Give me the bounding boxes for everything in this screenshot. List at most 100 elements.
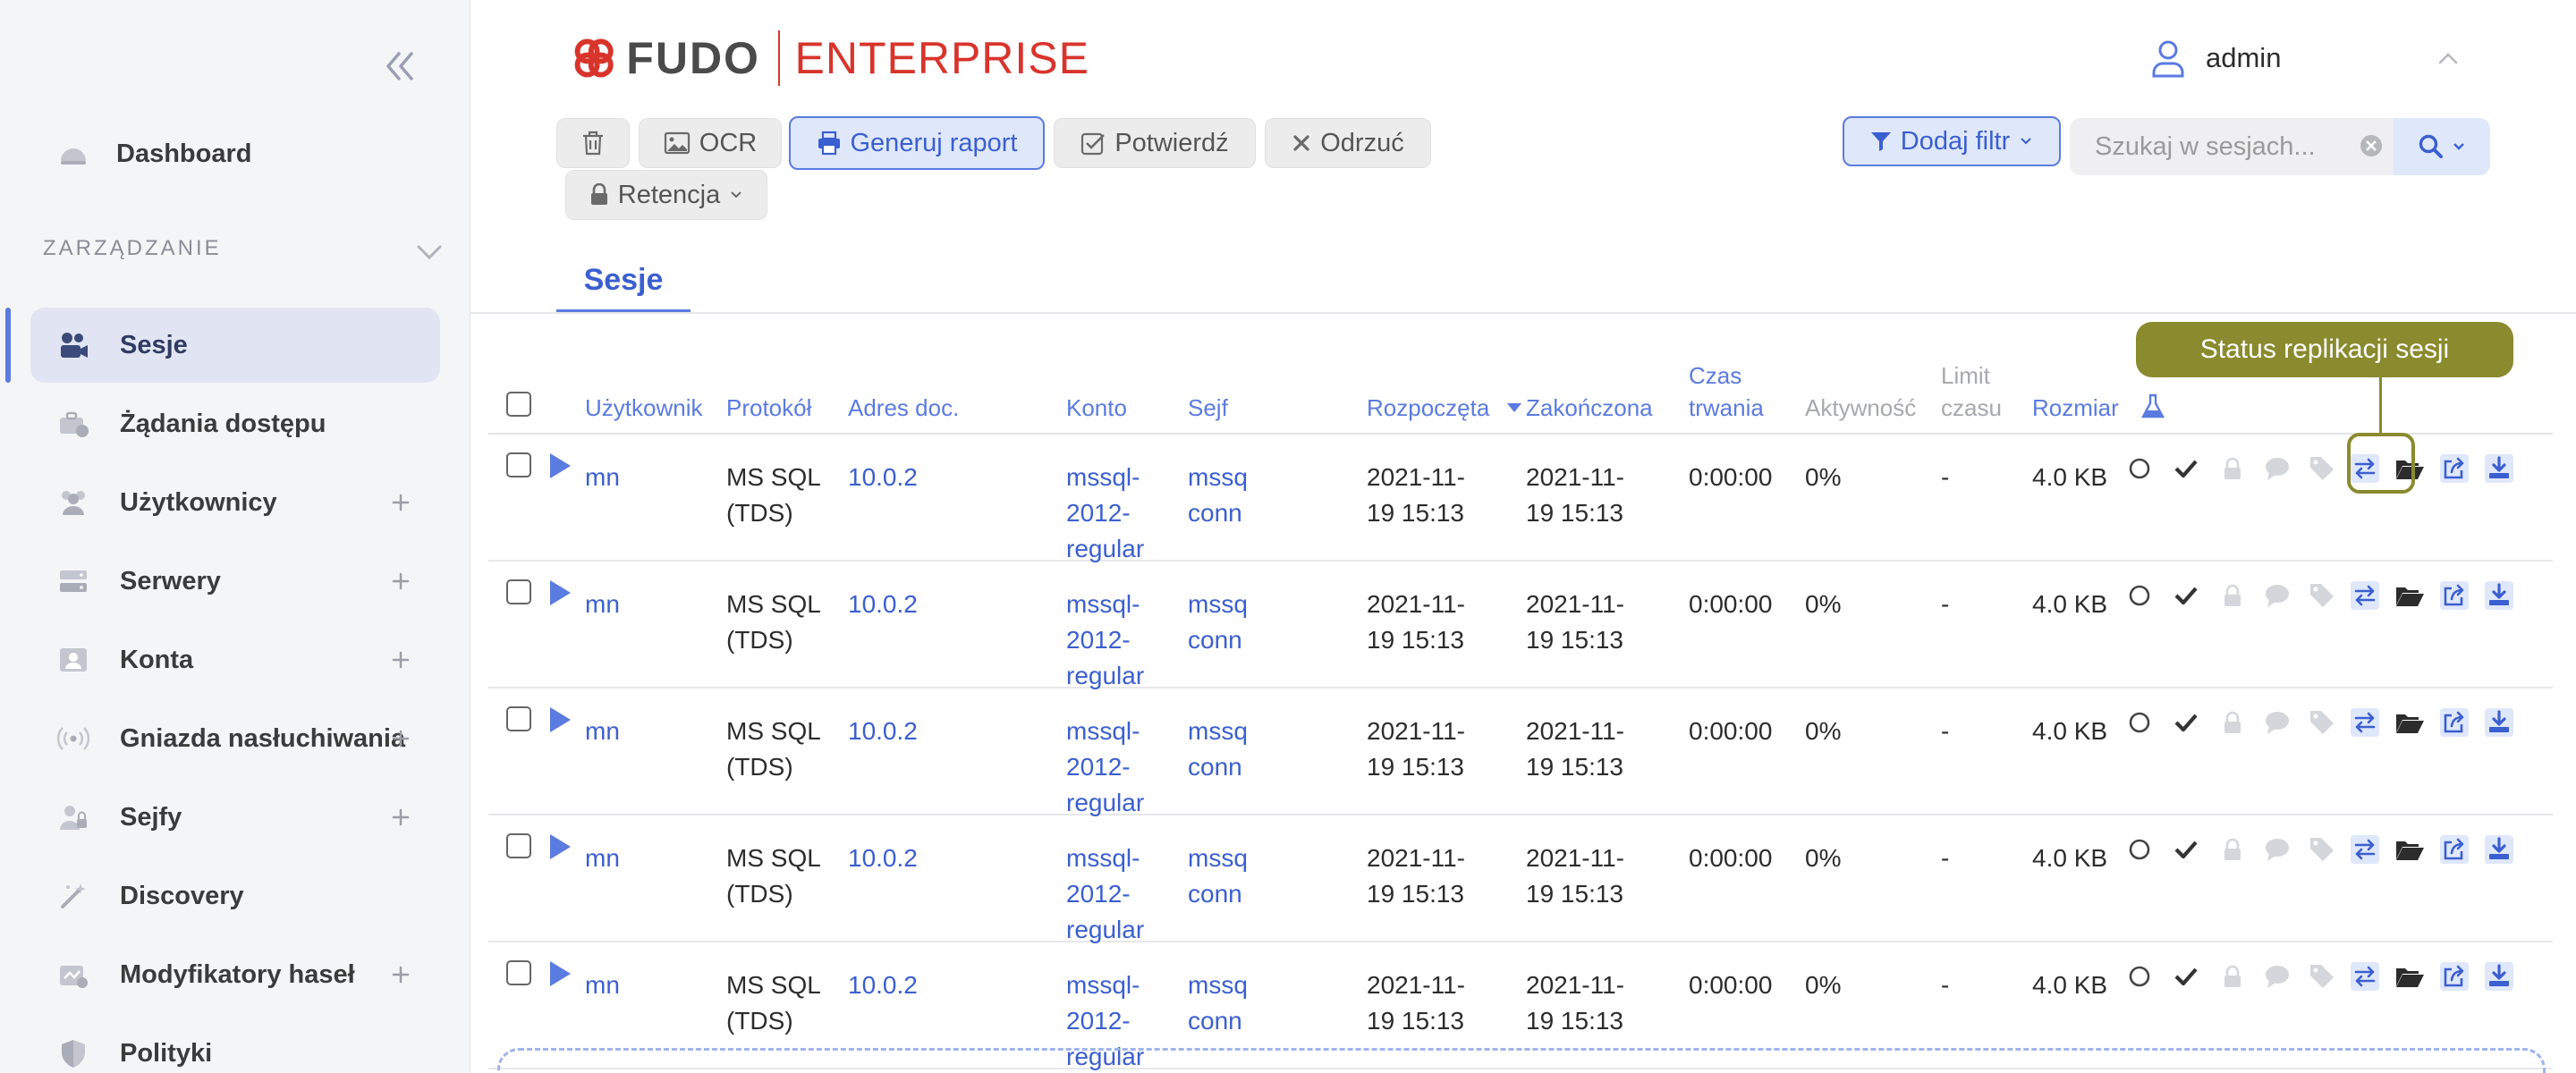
flask-icon[interactable]: [2141, 393, 2165, 420]
row-checkbox[interactable]: [506, 833, 531, 858]
share-icon[interactable]: [2438, 706, 2470, 739]
folder-open-icon[interactable]: [2394, 833, 2426, 866]
cell-user[interactable]: mn: [585, 841, 619, 876]
status-circle-icon[interactable]: [2123, 579, 2156, 612]
add-filter-button[interactable]: Dodaj filtr: [1843, 116, 2061, 166]
cell-safe[interactable]: mssq conn: [1188, 967, 1250, 1039]
search-input[interactable]: [2095, 131, 2354, 162]
replication-icon[interactable]: [2349, 706, 2381, 739]
cell-address[interactable]: 10.0.2: [848, 841, 918, 876]
check-icon[interactable]: [2170, 706, 2202, 739]
delete-button[interactable]: [556, 118, 630, 168]
cell-safe[interactable]: mssq conn: [1188, 460, 1250, 531]
row-checkbox[interactable]: [506, 452, 531, 477]
column-duration-line2[interactable]: trwania: [1689, 392, 1764, 424]
sidebar-item-listeners[interactable]: Gniazda nasłuchiwania: [30, 701, 440, 776]
cell-user[interactable]: mn: [585, 460, 619, 495]
folder-open-icon[interactable]: [2394, 706, 2426, 739]
cell-address[interactable]: 10.0.2: [848, 587, 918, 622]
cell-address[interactable]: 10.0.2: [848, 967, 918, 1003]
check-icon[interactable]: [2170, 452, 2202, 485]
replication-icon[interactable]: [2349, 960, 2381, 993]
play-icon[interactable]: [547, 578, 572, 608]
cell-user[interactable]: mn: [585, 587, 619, 622]
replication-icon[interactable]: [2349, 833, 2381, 866]
row-checkbox[interactable]: [506, 960, 531, 985]
sidebar-item-users[interactable]: Użytkownicy: [30, 465, 440, 540]
cell-account[interactable]: mssql- 2012- regular: [1066, 714, 1156, 821]
sidebar-item-discovery[interactable]: Discovery: [30, 858, 440, 934]
column-ended[interactable]: Zakończona: [1526, 392, 1653, 424]
download-icon[interactable]: [2483, 960, 2515, 993]
download-icon[interactable]: [2483, 833, 2515, 866]
chevron-down-icon[interactable]: [413, 240, 445, 265]
folder-open-icon[interactable]: [2394, 960, 2426, 993]
cell-user[interactable]: mn: [585, 714, 619, 749]
drop-zone[interactable]: [497, 1048, 2546, 1073]
tab-sesje[interactable]: Sesje: [556, 250, 691, 313]
table-row[interactable]: mn MS SQL (TDS) 10.0.2 mssql- 2012- regular mss…: [488, 435, 2553, 562]
column-protocol[interactable]: Protokół: [726, 392, 811, 424]
play-icon[interactable]: [547, 959, 572, 989]
check-icon[interactable]: [2170, 579, 2202, 612]
status-circle-icon[interactable]: [2123, 706, 2156, 739]
cell-safe[interactable]: mssq conn: [1188, 587, 1250, 658]
column-size[interactable]: Rozmiar: [2032, 392, 2119, 424]
retention-dropdown[interactable]: Retencja: [565, 170, 767, 220]
share-icon[interactable]: [2438, 452, 2470, 485]
collapse-sidebar-icon[interactable]: [377, 45, 420, 88]
sidebar-item-password-changers[interactable]: Modyfikatory haseł: [30, 937, 440, 1012]
sidebar-item-sesje[interactable]: Sesje: [30, 308, 440, 383]
cell-account[interactable]: mssql- 2012- regular: [1066, 587, 1156, 694]
plus-icon[interactable]: [385, 722, 417, 755]
reject-button[interactable]: Odrzuć: [1265, 118, 1431, 168]
column-safe[interactable]: Sejf: [1188, 392, 1228, 424]
cell-safe[interactable]: mssq conn: [1188, 841, 1250, 912]
download-icon[interactable]: [2483, 579, 2515, 612]
status-circle-icon[interactable]: [2123, 452, 2156, 485]
plus-icon[interactable]: [385, 486, 417, 519]
plus-icon[interactable]: [385, 959, 417, 991]
column-account[interactable]: Konto: [1066, 392, 1127, 424]
sidebar-item-safes[interactable]: Sejfy: [30, 780, 440, 855]
plus-icon[interactable]: [385, 801, 417, 833]
column-user[interactable]: Użytkownik: [585, 392, 702, 424]
search-button[interactable]: [2394, 118, 2490, 175]
replication-icon[interactable]: [2349, 579, 2381, 612]
check-icon[interactable]: [2170, 960, 2202, 993]
status-circle-icon[interactable]: [2123, 833, 2156, 866]
plus-icon[interactable]: [385, 644, 417, 676]
sidebar-item-servers[interactable]: Serwery: [30, 544, 440, 619]
column-duration-line1[interactable]: Czas: [1689, 359, 1741, 392]
chevron-up-icon[interactable]: [2435, 46, 2462, 70]
sidebar-item-dashboard[interactable]: Dashboard: [30, 116, 440, 191]
column-started[interactable]: Rozpoczęta: [1367, 392, 1489, 424]
cell-account[interactable]: mssql- 2012- regular: [1066, 841, 1156, 948]
clear-search-icon[interactable]: [2358, 132, 2385, 159]
select-all-checkbox[interactable]: [506, 392, 531, 417]
cell-address[interactable]: 10.0.2: [848, 460, 918, 495]
download-icon[interactable]: [2483, 706, 2515, 739]
folder-open-icon[interactable]: [2394, 579, 2426, 612]
play-icon[interactable]: [547, 832, 572, 862]
sidebar-item-accounts[interactable]: Konta: [30, 622, 440, 697]
play-icon[interactable]: [547, 705, 572, 735]
column-address[interactable]: Adres doc.: [848, 392, 959, 424]
share-icon[interactable]: [2438, 579, 2470, 612]
cell-account[interactable]: mssql- 2012- regular: [1066, 460, 1156, 567]
sidebar-item-access-requests[interactable]: Żądania dostępu: [30, 386, 440, 461]
confirm-button[interactable]: Potwierdź: [1054, 118, 1256, 168]
status-circle-icon[interactable]: [2123, 960, 2156, 993]
ocr-button[interactable]: OCR: [639, 118, 782, 168]
plus-icon[interactable]: [385, 565, 417, 597]
share-icon[interactable]: [2438, 960, 2470, 993]
download-icon[interactable]: [2483, 452, 2515, 485]
check-icon[interactable]: [2170, 833, 2202, 866]
cell-address[interactable]: 10.0.2: [848, 714, 918, 749]
table-row[interactable]: mn MS SQL (TDS) 10.0.2 mssql- 2012- regular mss…: [488, 815, 2553, 943]
cell-user[interactable]: mn: [585, 967, 619, 1003]
play-icon[interactable]: [547, 451, 572, 481]
row-checkbox[interactable]: [506, 706, 531, 731]
share-icon[interactable]: [2438, 833, 2470, 866]
table-row[interactable]: mn MS SQL (TDS) 10.0.2 mssql- 2012- regular mss…: [488, 562, 2553, 689]
